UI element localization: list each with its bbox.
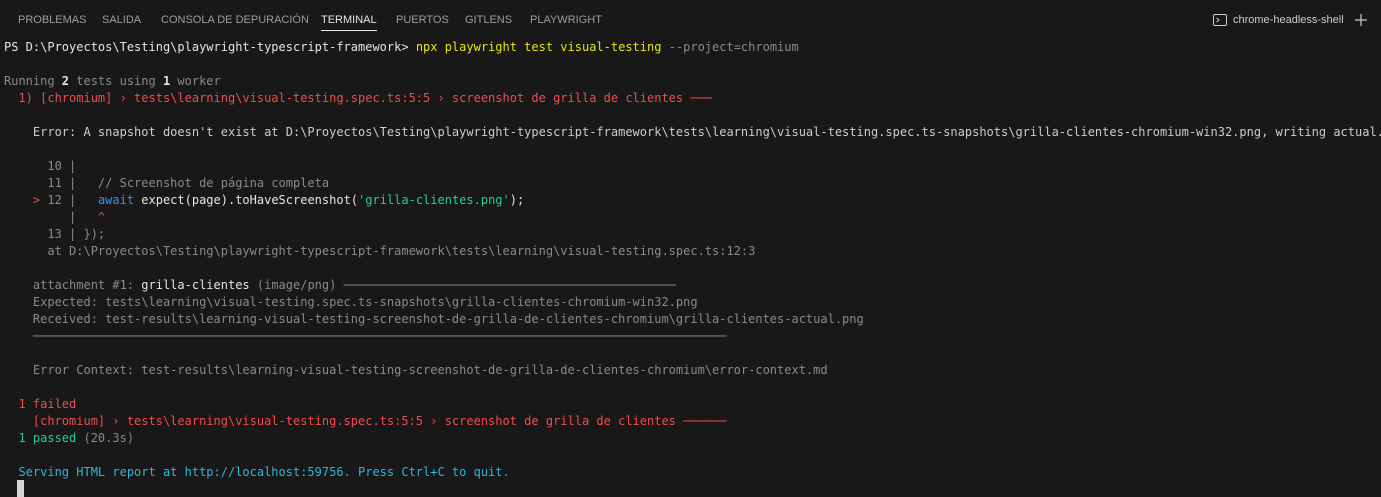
terminal-output[interactable]: PS D:\Proyectos\Testing\playwright-types… — [0, 38, 1381, 497]
error-context: Error Context: test-results\learning-vis… — [4, 363, 828, 377]
attachment-prefix: attachment #1: — [4, 278, 142, 292]
running-mid: tests using — [69, 74, 163, 88]
prompt-args: --project=chromium — [661, 40, 799, 54]
tab-consola-de-depuracion[interactable]: CONSOLA DE DEPURACIÓN — [161, 13, 309, 38]
terminal-cursor — [17, 480, 24, 497]
failure-header: 1) [chromium] › tests\learning\visual-te… — [4, 91, 713, 105]
attachment-header: attachment #1: grilla-clientes (image/pn… — [4, 277, 676, 294]
terminal-instance-selector[interactable]: chrome-headless-shell — [1212, 10, 1344, 30]
running-line: Running 2 tests using 1 worker — [4, 73, 221, 90]
attachment-expected: Expected: tests\learning\visual-testing.… — [4, 295, 698, 309]
plus-icon — [1355, 14, 1367, 26]
code-line-11: 11 | // Screenshot de página completa — [4, 176, 330, 190]
code-line-13: 13 | }); — [4, 227, 106, 241]
report-serving-line: Serving HTML report at http://localhost:… — [4, 465, 510, 479]
tab-problemas[interactable]: PROBLEMAS — [18, 13, 86, 38]
summary-failed: 1 failed — [4, 397, 77, 411]
tab-salida[interactable]: SALIDA — [102, 13, 141, 38]
summary-failed-test: [chromium] › tests\learning\visual-testi… — [4, 414, 727, 428]
error-caret: ^ — [97, 210, 106, 224]
running-test-count: 2 — [61, 74, 70, 88]
terminal-icon — [1213, 14, 1227, 26]
tab-gitlens[interactable]: GITLENS — [465, 13, 512, 38]
summary-passed: 1 passed (20.3s) — [4, 430, 134, 447]
code-caret-line: | ^ — [4, 209, 105, 226]
tab-playwright[interactable]: PLAYWRIGHT — [530, 13, 602, 38]
tab-terminal[interactable]: TERMINAL — [321, 13, 377, 38]
stack-location: at D:\Proyectos\Testing\playwright-types… — [4, 244, 756, 258]
prompt-path: PS D:\Proyectos\Testing\playwright-types… — [4, 40, 416, 54]
prompt-command: npx playwright test visual-testing — [415, 40, 662, 54]
code-line-end: ); — [509, 193, 525, 207]
running-prefix: Running — [4, 74, 62, 88]
panel-tab-bar: PROBLEMAS SALIDA CONSOLA DE DEPURACIÓN T… — [0, 0, 1381, 38]
error-message: Error: A snapshot doesn't exist at D:\Pr… — [4, 125, 1381, 139]
attachment-rule: ────────────────────────────────────────… — [4, 329, 727, 343]
code-keyword-await: await — [97, 193, 135, 207]
code-line-10: 10 | — [4, 159, 77, 173]
code-expect-call: expect(page).toHaveScreenshot( — [134, 193, 359, 207]
prompt-line: PS D:\Proyectos\Testing\playwright-types… — [4, 39, 799, 56]
error-line-marker: > — [4, 193, 48, 207]
caret-gutter: | — [4, 210, 98, 224]
new-terminal-button[interactable] — [1351, 10, 1371, 30]
tab-puertos[interactable]: PUERTOS — [396, 13, 449, 38]
attachment-name: grilla-clientes — [141, 278, 250, 292]
summary-duration: (20.3s) — [76, 431, 135, 445]
attachment-suffix: (image/png) ────────────────────────────… — [249, 278, 676, 292]
running-suffix: worker — [170, 74, 221, 88]
code-string-literal: 'grilla-clientes.png' — [358, 193, 510, 207]
code-line-12: > 12 | await expect(page).toHaveScreensh… — [4, 192, 524, 209]
summary-passed-count: 1 passed — [4, 431, 77, 445]
attachment-received: Received: test-results\learning-visual-t… — [4, 312, 864, 326]
terminal-instance-name: chrome-headless-shell — [1233, 14, 1344, 26]
code-line-12-number: 12 | — [47, 193, 98, 207]
